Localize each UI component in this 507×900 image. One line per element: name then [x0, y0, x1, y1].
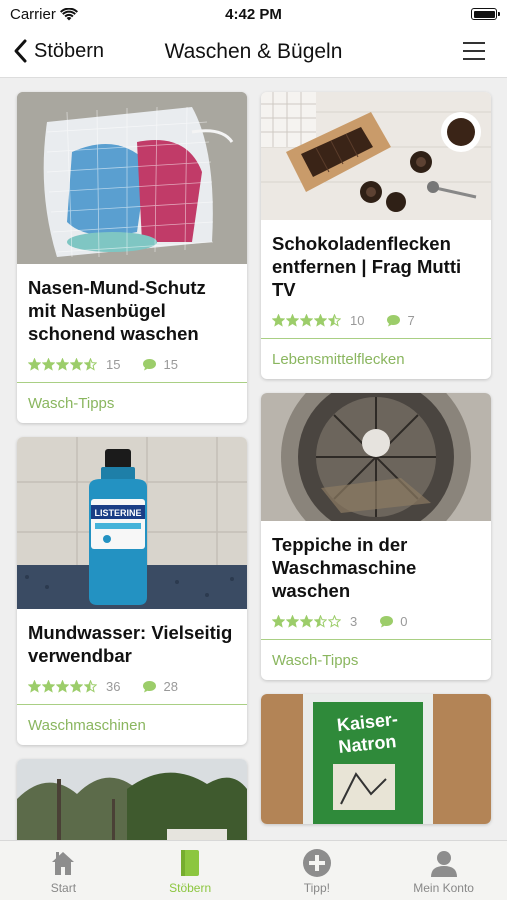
- card-title: Teppiche in der Waschmaschine waschen: [272, 534, 417, 601]
- card-image: Kaiser- Natron: [261, 694, 491, 824]
- star-full-icon: [272, 314, 285, 327]
- battery-icon: [471, 8, 500, 20]
- tab-label: Tipp!: [303, 881, 330, 895]
- comment-count: 7: [407, 313, 415, 328]
- card-image: LISTERINE: [17, 437, 247, 609]
- tip-card[interactable]: Schokoladenflecken entfernen | Frag Mutt…: [261, 92, 491, 379]
- star-full-icon: [300, 314, 313, 327]
- tab-mein-konto[interactable]: Mein Konto: [380, 841, 507, 900]
- card-meta: 15 15: [28, 357, 236, 372]
- card-category[interactable]: Lebensmittelflecken: [261, 338, 491, 379]
- tab-start[interactable]: Start: [0, 841, 127, 900]
- card-category[interactable]: Waschmaschinen: [17, 704, 247, 745]
- star-full-icon: [28, 680, 41, 693]
- star-half-icon: [328, 314, 341, 327]
- clock: 4:42 PM: [225, 6, 282, 23]
- hamburger-menu-icon[interactable]: [463, 42, 485, 60]
- card-body: Nasen-Mund-Schutz mit Nasenbügel schonen…: [17, 264, 247, 382]
- rating-stars: [272, 615, 341, 628]
- tip-card[interactable]: LISTERINE Mundwasser: Vielseitig verwend…: [17, 437, 247, 745]
- star-half-icon: [84, 358, 97, 371]
- comment-count: 0: [400, 614, 408, 629]
- star-full-icon: [300, 615, 313, 628]
- star-full-icon: [42, 358, 55, 371]
- tip-card[interactable]: Kaiser- Natron: [261, 694, 491, 824]
- tab-bar: Start Stöbern Tipp! Mein Konto: [0, 840, 507, 900]
- rating-count: 10: [350, 313, 365, 328]
- rating-stars: [272, 314, 341, 327]
- card-meta: 3 0: [272, 614, 480, 629]
- star-full-icon: [286, 615, 299, 628]
- card-image: [261, 393, 491, 521]
- book-icon: [181, 850, 200, 876]
- card-category[interactable]: Wasch-Tipps: [261, 639, 491, 680]
- right-column: Schokoladenflecken entfernen | Frag Mutt…: [261, 92, 491, 824]
- card-image: [261, 92, 491, 220]
- card-title: Schokoladenflecken entfernen | Frag Mutt…: [272, 233, 462, 300]
- tip-card[interactable]: Teppiche in der Waschmaschine waschen 3 …: [261, 393, 491, 680]
- rating-stars: [28, 358, 97, 371]
- comment-count: 15: [163, 357, 178, 372]
- star-half-icon: [314, 615, 327, 628]
- app-screen: Carrier 4:42 PM Stöbern Waschen & Bügeln: [0, 0, 507, 900]
- card-meta: 10 7: [272, 313, 480, 328]
- comment-icon: [387, 315, 401, 327]
- card-body: Teppiche in der Waschmaschine waschen 3 …: [261, 521, 491, 639]
- card-meta: 36 28: [28, 679, 236, 694]
- star-full-icon: [70, 680, 83, 693]
- status-bar: Carrier 4:42 PM: [0, 0, 507, 28]
- star-full-icon: [42, 680, 55, 693]
- tab-label: Mein Konto: [413, 881, 474, 895]
- svg-text:LISTERINE: LISTERINE: [94, 508, 141, 518]
- washing-drum-image: [261, 393, 491, 521]
- chocolate-image: [261, 92, 491, 220]
- tab-label: Start: [50, 881, 77, 895]
- tab-tipp[interactable]: Tipp!: [254, 841, 381, 900]
- house-icon: [52, 852, 75, 875]
- mesh-bag-image: [17, 92, 247, 264]
- natron-package-image: Kaiser- Natron: [261, 694, 491, 824]
- rating-stars: [28, 680, 97, 693]
- card-title: Nasen-Mund-Schutz mit Nasenbügel schonen…: [28, 277, 206, 344]
- comment-icon: [143, 359, 157, 371]
- tab-label: Stöbern: [169, 881, 212, 895]
- plus-circle-icon: [302, 849, 331, 877]
- tip-card[interactable]: Nasen-Mund-Schutz mit Nasenbügel schonen…: [17, 92, 247, 423]
- card-title: Mundwasser: Vielseitig verwendbar: [28, 622, 233, 666]
- star-empty-icon: [328, 615, 341, 628]
- card-body: Mundwasser: Vielseitig verwendbar 36 28: [17, 609, 247, 704]
- star-full-icon: [70, 358, 83, 371]
- rating-count: 36: [106, 679, 121, 694]
- star-full-icon: [28, 358, 41, 371]
- star-full-icon: [286, 314, 299, 327]
- comment-icon: [380, 616, 394, 628]
- card-body: Schokoladenflecken entfernen | Frag Mutt…: [261, 220, 491, 338]
- navigation-bar: Stöbern Waschen & Bügeln: [0, 28, 507, 78]
- page-title: Waschen & Bügeln: [164, 40, 343, 63]
- star-half-icon: [84, 680, 97, 693]
- rating-count: 3: [350, 614, 358, 629]
- star-full-icon: [314, 314, 327, 327]
- star-full-icon: [56, 680, 69, 693]
- user-icon: [430, 851, 457, 877]
- tab-stoebern[interactable]: Stöbern: [127, 841, 254, 900]
- star-full-icon: [56, 358, 69, 371]
- mouthwash-image: LISTERINE: [17, 437, 247, 609]
- comment-icon: [143, 681, 157, 693]
- rating-count: 15: [106, 357, 121, 372]
- star-full-icon: [272, 615, 285, 628]
- left-column: Nasen-Mund-Schutz mit Nasenbügel schonen…: [17, 92, 247, 879]
- comment-count: 28: [163, 679, 178, 694]
- card-image: [17, 92, 247, 264]
- card-category[interactable]: Wasch-Tipps: [17, 382, 247, 423]
